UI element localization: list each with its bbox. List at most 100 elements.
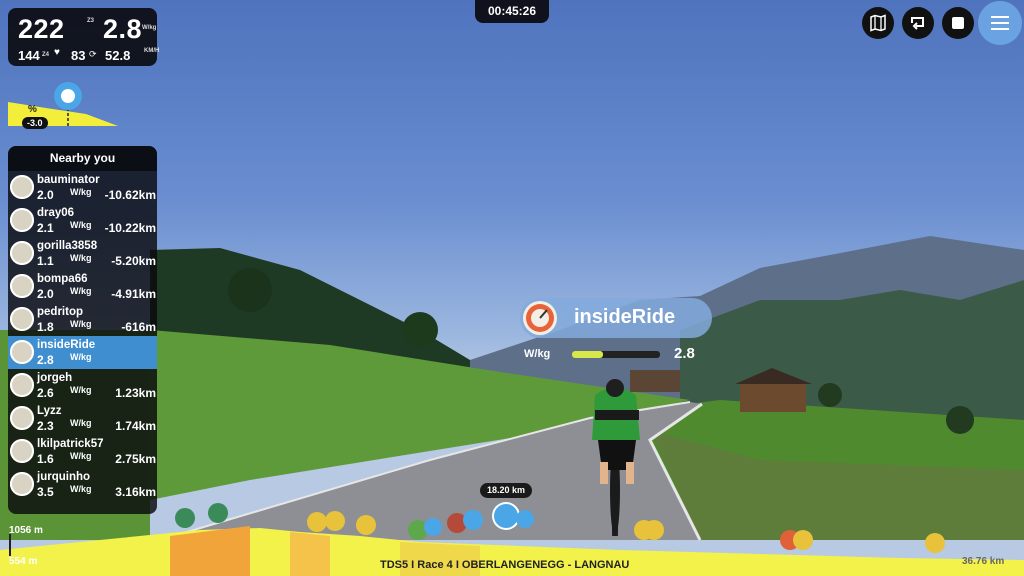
nearby-rider-row[interactable]: Lyzz 2.3 W/kg 1.74km [8,402,157,435]
rider-distance: -616m [121,320,156,334]
gradient-label: % [28,104,37,115]
power-zone: Z3 [87,18,95,24]
rider-wkg: 1.1 [37,254,54,268]
rider-avatar [10,307,34,331]
rider-wkg: 2.0 [37,188,54,202]
rider-distance: -10.62km [104,188,156,202]
menu-button[interactable] [978,1,1022,45]
rider-marker [325,511,345,531]
rider-marker [424,518,442,536]
elevation-max: 1056 m [9,525,43,536]
heart-icon: ♥ [54,47,60,58]
rider-marker [644,520,664,540]
stop-icon [952,17,964,29]
rider-wkg: 2.3 [37,419,54,433]
rider-name: insideRide [37,339,96,351]
rider-distance: 1.23km [115,386,156,400]
rider-distance: -5.20km [111,254,156,268]
rider-marker [516,510,534,528]
elapsed-timer: 00:45:26 [475,0,549,23]
stats-panel: 222 Z3 2.8 W/kg 144 Z4 ♥ 83 ⟳ 52.8 KM/H [8,8,160,66]
wkg-unit: W/kg [142,25,157,31]
rider-wkg-unit: W/kg [70,385,92,395]
nearby-title: Nearby you [8,146,157,171]
rider-wkg: 1.6 [37,452,54,466]
gradient-value: -3.0 [22,117,48,129]
loop-icon [911,17,924,30]
rider-avatar [10,208,34,232]
rider-distance: -4.91km [111,287,156,301]
rider-avatar [10,373,34,397]
heart-rate-value: 144 [18,48,40,63]
rider-marker [307,512,327,532]
power-value: 222 [18,14,65,44]
rider-wkg-unit: W/kg [70,451,92,461]
cadence-value: 83 [71,48,86,63]
rider-wkg: 2.6 [37,386,54,400]
player-name: insideRide [574,306,676,328]
player-wkg-row: W/kg 2.8 [524,344,704,364]
nearby-rider-row[interactable]: bauminator 2.0 W/kg -10.62km [8,171,157,204]
cadence-icon: ⟳ [89,49,97,59]
route-name: TDS5 I Race 4 I OBERLANGENEGG - LANGNAU [380,559,630,571]
stop-button[interactable] [942,7,974,39]
rider-wkg: 2.1 [37,221,54,235]
rider-avatar [10,241,34,265]
route-total-distance: 36.76 km [962,556,1005,567]
nearby-rider-row[interactable]: jurquinho 3.5 W/kg 3.16km [8,468,157,501]
nearby-rider-row[interactable]: gorilla3858 1.1 W/kg -5.20km [8,237,157,270]
player-card: insideRide [520,298,712,338]
nearby-panel: Nearby you bauminator 2.0 W/kg -10.62km dray… [8,146,157,514]
player-wkg-value: 2.8 [674,345,695,362]
rider-wkg: 2.0 [37,287,54,301]
rider-marker [925,533,945,553]
nearby-rider-row[interactable]: jorgeh 2.6 W/kg 1.23km [8,369,157,402]
rider-name: jorgeh [37,372,73,384]
rider-wkg-unit: W/kg [70,319,92,329]
rider-distance: 2.75km [115,452,156,466]
nearby-rider-row[interactable]: insideRide 2.8 W/kg [8,336,157,369]
rider-marker [793,530,813,550]
rider-name: jurquinho [37,471,91,483]
rider-wkg-unit: W/kg [70,418,92,428]
rider-marker [208,503,228,523]
rider-distance: 3.16km [115,485,156,499]
rider-distance: 1.74km [115,419,156,433]
speed-value: 52.8 [105,48,131,63]
rider-wkg-unit: W/kg [70,220,92,230]
rider-name: bauminator [37,174,100,186]
player-wkg-label: W/kg [524,348,551,360]
map-button[interactable] [862,7,894,39]
speed-unit: KM/H [144,48,160,54]
rider-wkg-unit: W/kg [70,352,92,362]
rider-avatar [10,439,34,463]
nearby-rider-row[interactable]: dray06 2.1 W/kg -10.22km [8,204,157,237]
rider-wkg-unit: W/kg [70,253,92,263]
rider-wkg: 3.5 [37,485,54,499]
player-avatar [523,301,557,335]
wkg-value: 2.8 [103,14,143,44]
rider-avatar [10,274,34,298]
rider-list: bauminator 2.0 W/kg -10.62km dray06 2.1 W/kg -1… [8,171,157,501]
nearby-rider-row[interactable]: lkilpatrick57 1.6 W/kg 2.75km [8,435,157,468]
rider-wkg: 1.8 [37,320,54,334]
rider-wkg-unit: W/kg [70,187,92,197]
player-wkg-bar [572,351,660,358]
loop-button[interactable] [902,7,934,39]
rider-distance: -10.22km [104,221,156,235]
rider-avatar [10,175,34,199]
nearby-rider-row[interactable]: bompa66 2.0 W/kg -4.91km [8,270,157,303]
nearby-rider-row[interactable]: pedritop 1.8 W/kg -616m [8,303,157,336]
map-icon [870,14,886,32]
rider-name: bompa66 [37,273,88,285]
rider-name: pedritop [37,306,83,318]
rider-avatar [10,472,34,496]
player-wkg-fill [572,351,603,358]
position-distance-badge: 18.20 km [480,483,532,498]
menu-icon [991,16,1009,30]
rider-wkg-unit: W/kg [70,484,92,494]
rider-name: dray06 [37,207,75,219]
rider-marker [356,515,376,535]
rider-name: gorilla3858 [37,240,98,252]
hr-zone: Z4 [42,52,50,58]
